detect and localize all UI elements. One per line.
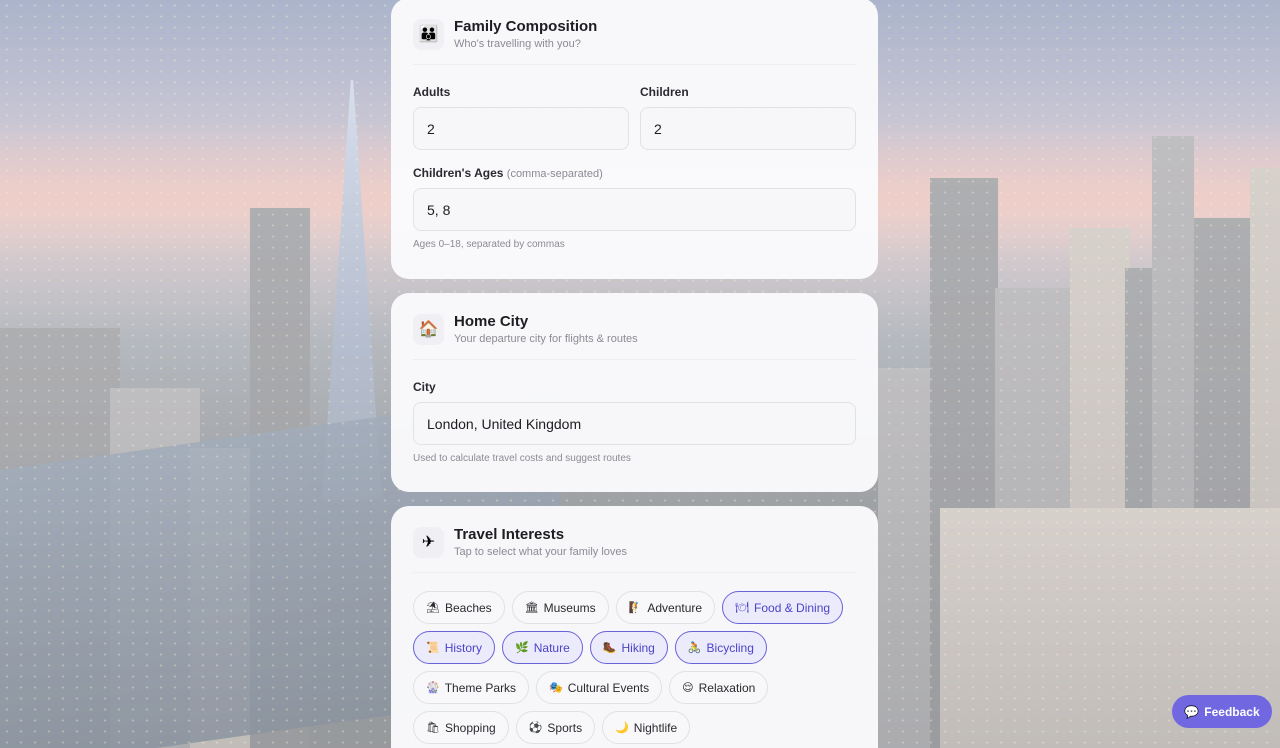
interest-chip-emoji-icon: 🏛 bbox=[524, 602, 539, 614]
interest-chip-nightlife[interactable]: 🌙 Nightlife bbox=[602, 711, 691, 744]
childrens-ages-hint: Ages 0–18, separated by commas bbox=[413, 239, 565, 250]
interest-chip-food-dining[interactable]: 🍽 Food & Dining bbox=[722, 591, 844, 624]
interest-chip-theme-parks[interactable]: 🎡 Theme Parks bbox=[413, 671, 530, 704]
family-card-header: 👪 Family Composition Who's travelling wi… bbox=[413, 18, 856, 65]
interest-chip-hiking[interactable]: 🥾 Hiking bbox=[589, 631, 668, 664]
interest-chip-label: History bbox=[444, 640, 483, 655]
children-input[interactable]: 2 bbox=[640, 107, 856, 150]
interest-chip-label: Theme Parks bbox=[444, 680, 517, 695]
family-card-subtitle: Who's travelling with you? bbox=[454, 38, 581, 50]
interest-chip-label: Bicycling bbox=[706, 640, 754, 655]
interest-chip-cultural-events[interactable]: 🎭 Cultural Events bbox=[536, 671, 663, 704]
home-card-subtitle: Your departure city for flights & routes bbox=[454, 333, 638, 345]
interest-chip-label: Shopping bbox=[444, 720, 496, 735]
home-city-card: 🏠 Home City Your departure city for flig… bbox=[391, 293, 878, 492]
interest-chip-label: Sports bbox=[547, 720, 583, 735]
interest-chip-history[interactable]: 📜 History bbox=[413, 631, 496, 664]
chat-bubble-icon: 💬 bbox=[1184, 704, 1200, 719]
family-card-title: Family Composition bbox=[454, 18, 598, 35]
interest-chip-label: Relaxation bbox=[698, 680, 756, 695]
interest-chip-adventure[interactable]: 🧗 Adventure bbox=[615, 591, 716, 624]
interest-chip-label: Adventure bbox=[647, 600, 703, 615]
interest-chip-emoji-icon: 🌙 bbox=[615, 722, 629, 734]
interest-chip-list: ⛱ Beaches 🏛 Museums 🧗 Adventure 🍽 Food & Dining… bbox=[413, 591, 856, 744]
interest-chip-label: Food & Dining bbox=[754, 600, 831, 615]
interest-chip-shopping[interactable]: 🛍 Shopping bbox=[413, 711, 509, 744]
interest-chip-emoji-icon: 🍽 bbox=[735, 602, 750, 614]
airplane-icon: ✈ bbox=[413, 526, 444, 558]
interest-chip-emoji-icon: ⚽ bbox=[528, 722, 543, 734]
interest-chip-nature[interactable]: 🌿 Nature bbox=[502, 631, 583, 664]
interest-chip-emoji-icon: 🥾 bbox=[602, 642, 617, 654]
feedback-button[interactable]: 💬 Feedback bbox=[1172, 695, 1272, 728]
interest-chip-label: Beaches bbox=[444, 600, 492, 615]
interest-chip-emoji-icon: 🚴 bbox=[687, 642, 702, 654]
interest-chip-emoji-icon: 📜 bbox=[426, 642, 440, 654]
interest-chip-relaxation[interactable]: 😌 Relaxation bbox=[669, 671, 769, 704]
adults-label: Adults bbox=[413, 85, 451, 99]
interest-chip-label: Nature bbox=[533, 640, 570, 655]
interest-chip-sports[interactable]: ⚽ Sports bbox=[515, 711, 596, 744]
interest-chip-emoji-icon: 😌 bbox=[682, 682, 694, 694]
city-input[interactable]: London, United Kingdom bbox=[413, 402, 856, 445]
home-card-header: 🏠 Home City Your departure city for flig… bbox=[413, 313, 856, 360]
childrens-ages-note: (comma-separated) bbox=[506, 168, 603, 180]
interest-chip-museums[interactable]: 🏛 Museums bbox=[511, 591, 609, 624]
interest-chip-label: Cultural Events bbox=[567, 680, 650, 695]
interest-chip-beaches[interactable]: ⛱ Beaches bbox=[413, 591, 505, 624]
interest-chip-emoji-icon: ⛱ bbox=[426, 602, 440, 614]
family-icon: 👪 bbox=[413, 18, 444, 50]
childrens-ages-input[interactable]: 5, 8 bbox=[413, 188, 856, 231]
interests-card-header: ✈ Travel Interests Tap to select what yo… bbox=[413, 526, 856, 573]
childrens-ages-label: Children's Ages (comma-separated) bbox=[413, 166, 603, 180]
travel-interests-card: ✈ Travel Interests Tap to select what yo… bbox=[391, 506, 878, 748]
interest-chip-emoji-icon: 🎡 bbox=[426, 682, 440, 694]
interest-chip-label: Museums bbox=[543, 600, 596, 615]
home-card-title: Home City bbox=[454, 313, 529, 330]
city-label: City bbox=[413, 380, 436, 394]
feedback-label: Feedback bbox=[1204, 704, 1260, 719]
family-composition-card: 👪 Family Composition Who's travelling wi… bbox=[391, 0, 878, 279]
house-icon: 🏠 bbox=[413, 313, 444, 345]
interest-chip-label: Hiking bbox=[621, 640, 655, 655]
interest-chip-emoji-icon: 🌿 bbox=[515, 642, 529, 654]
interests-card-title: Travel Interests bbox=[454, 526, 565, 543]
interests-card-subtitle: Tap to select what your family loves bbox=[454, 546, 628, 558]
children-label: Children bbox=[640, 85, 689, 99]
interest-chip-label: Nightlife bbox=[633, 720, 678, 735]
interest-chip-emoji-icon: 🧗 bbox=[628, 602, 643, 614]
interest-chip-emoji-icon: 🛍 bbox=[426, 722, 440, 734]
city-hint: Used to calculate travel costs and sugge… bbox=[413, 453, 631, 464]
adults-input[interactable]: 2 bbox=[413, 107, 629, 150]
interest-chip-bicycling[interactable]: 🚴 Bicycling bbox=[674, 631, 767, 664]
interest-chip-emoji-icon: 🎭 bbox=[549, 682, 563, 694]
